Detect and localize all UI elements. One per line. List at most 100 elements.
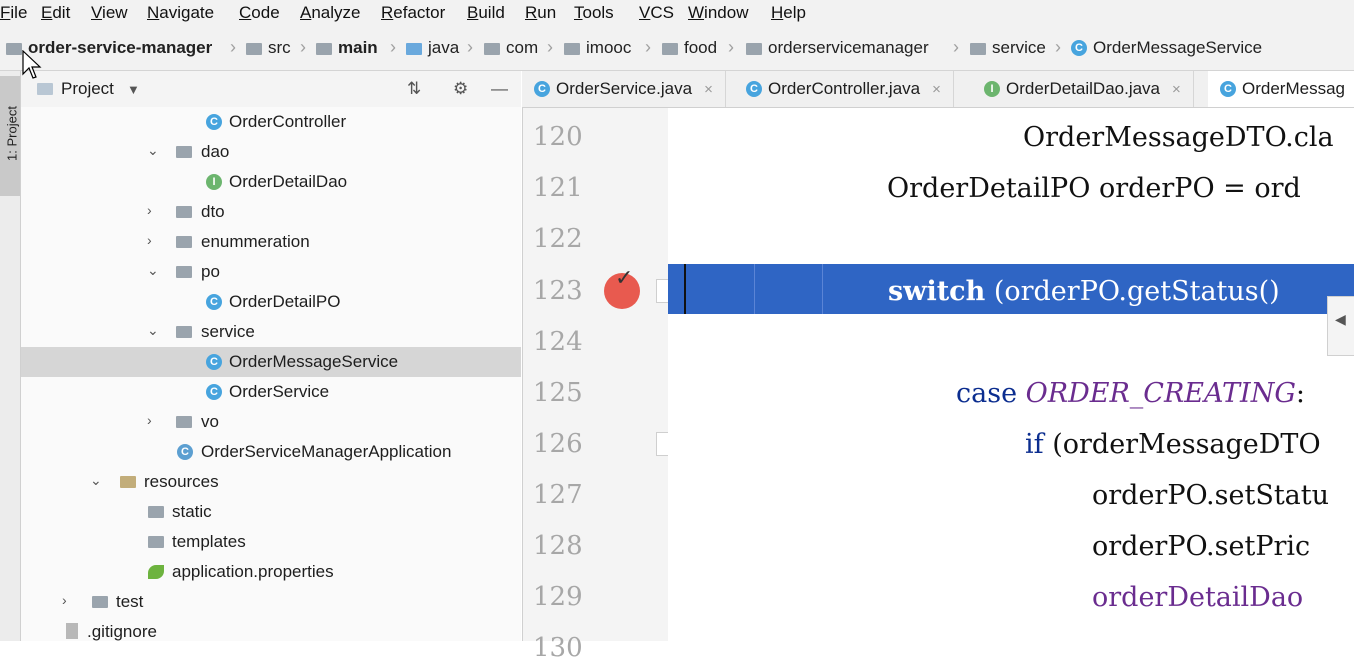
chevron-right-icon[interactable]: › bbox=[147, 412, 152, 428]
file-icon bbox=[66, 623, 78, 639]
breadcrumb-src[interactable]: src bbox=[246, 38, 291, 58]
menu-view[interactable]: View bbox=[91, 3, 128, 23]
tree-item[interactable]: ⌄ resources bbox=[21, 467, 521, 497]
tree-item[interactable]: C OrderServiceManagerApplication bbox=[21, 437, 521, 467]
folder-icon bbox=[176, 326, 192, 338]
tab-ordercontroller[interactable]: C OrderController.java × bbox=[734, 71, 954, 107]
breadcrumb-food[interactable]: food bbox=[662, 38, 717, 58]
text-caret bbox=[684, 264, 686, 314]
code-line: orderPO.setStatu bbox=[1092, 480, 1330, 511]
menu-refactor[interactable]: Refactor bbox=[381, 3, 445, 23]
folder-icon bbox=[484, 43, 500, 55]
breadcrumb-orderservicemanager[interactable]: orderservicemanager bbox=[746, 38, 929, 58]
editor-tabs: C OrderService.java × C OrderController.… bbox=[522, 71, 1354, 108]
chevron-right-icon: › bbox=[467, 37, 473, 57]
tree-item[interactable]: ⌄ service bbox=[21, 317, 521, 347]
chevron-right-icon: › bbox=[230, 37, 236, 57]
folder-icon bbox=[176, 236, 192, 248]
menu-edit[interactable]: Edit bbox=[41, 3, 70, 23]
project-tool-tab[interactable]: 1: Project bbox=[0, 76, 20, 196]
class-icon: C bbox=[1220, 81, 1236, 97]
chevron-right-icon[interactable]: › bbox=[147, 232, 152, 248]
chevron-down-icon[interactable]: ⌄ bbox=[147, 322, 159, 339]
line-number: 126 bbox=[533, 429, 583, 459]
menu-code[interactable]: Code bbox=[239, 3, 280, 23]
menu-tools[interactable]: Tools bbox=[574, 3, 614, 23]
tree-item[interactable]: › enummeration bbox=[21, 227, 521, 257]
code-line: OrderMessageDTO.cla bbox=[1023, 122, 1334, 153]
code-editor[interactable]: OrderMessageDTO.cla OrderDetailPO orderP… bbox=[668, 108, 1354, 641]
spring-leaf-icon bbox=[148, 565, 164, 579]
chevron-right-icon[interactable]: › bbox=[62, 592, 67, 608]
hide-icon[interactable]: — bbox=[491, 79, 508, 99]
folder-icon bbox=[564, 43, 580, 55]
tree-item[interactable]: I OrderDetailDao bbox=[21, 167, 521, 197]
tree-item[interactable]: .gitignore bbox=[21, 617, 521, 641]
tab-orderservice[interactable]: C OrderService.java × bbox=[522, 71, 726, 107]
close-icon[interactable]: × bbox=[932, 81, 941, 98]
breadcrumb-service[interactable]: service bbox=[970, 38, 1046, 58]
tree-item[interactable]: application.properties bbox=[21, 557, 521, 587]
tree-item[interactable]: C OrderController bbox=[21, 107, 521, 137]
menu-build[interactable]: Build bbox=[467, 3, 505, 23]
chevron-right-icon[interactable]: › bbox=[147, 202, 152, 218]
code-line-current: switch (orderPO.getStatus() bbox=[888, 276, 1280, 307]
gear-icon[interactable]: ⚙ bbox=[453, 79, 468, 99]
chevron-right-icon: › bbox=[547, 37, 553, 57]
breadcrumb-imooc[interactable]: imooc bbox=[564, 38, 631, 58]
chevron-left-icon: ◀ bbox=[1335, 311, 1346, 327]
tree-item[interactable]: › vo bbox=[21, 407, 521, 437]
class-icon: C bbox=[206, 384, 222, 400]
menu-vcs[interactable]: VCS bbox=[639, 3, 674, 23]
menu-file[interactable]: File bbox=[0, 3, 27, 23]
tree-item[interactable]: ⌄ po bbox=[21, 257, 521, 287]
tree-item[interactable]: templates bbox=[21, 527, 521, 557]
mouse-cursor-icon bbox=[22, 50, 42, 79]
tree-item[interactable]: ⌄ dao bbox=[21, 137, 521, 167]
breadcrumb-com[interactable]: com bbox=[484, 38, 538, 58]
breadcrumb-file[interactable]: C OrderMessageService bbox=[1071, 38, 1262, 58]
close-icon[interactable]: × bbox=[1172, 81, 1181, 98]
chevron-right-icon: › bbox=[645, 37, 651, 57]
breadcrumb-main[interactable]: main bbox=[316, 38, 378, 58]
close-icon[interactable]: × bbox=[704, 81, 713, 98]
menu-window[interactable]: Window bbox=[688, 3, 748, 23]
project-tree: C OrderController ⌄ dao I OrderDetailDao… bbox=[21, 107, 521, 641]
class-icon: C bbox=[534, 81, 550, 97]
class-icon: C bbox=[206, 114, 222, 130]
code-line: orderDetailDao bbox=[1092, 582, 1304, 613]
tree-item[interactable]: › test bbox=[21, 587, 521, 617]
dropdown-arrow-icon[interactable]: ▼ bbox=[127, 82, 140, 97]
tree-item[interactable]: C OrderDetailPO bbox=[21, 287, 521, 317]
menu-analyze[interactable]: Analyze bbox=[300, 3, 360, 23]
chevron-down-icon[interactable]: ⌄ bbox=[90, 472, 102, 489]
breadcrumb-java[interactable]: java bbox=[406, 38, 459, 58]
menu-run[interactable]: Run bbox=[525, 3, 556, 23]
line-number: 130 bbox=[533, 633, 583, 663]
tree-item[interactable]: C OrderService bbox=[21, 377, 521, 407]
editor-gutter[interactable]: 120 121 122 123 124 125 126 127 128 129 … bbox=[522, 108, 669, 663]
tree-item[interactable]: static bbox=[21, 497, 521, 527]
tab-ordermessageservice[interactable]: C OrderMessag bbox=[1208, 71, 1354, 107]
tab-orderdetaildao[interactable]: I OrderDetailDao.java × bbox=[972, 71, 1194, 107]
scroll-tab[interactable]: ◀ bbox=[1327, 296, 1354, 356]
folder-icon bbox=[406, 43, 422, 55]
checkmark-icon: ✓ bbox=[615, 265, 634, 290]
code-line: OrderDetailPO orderPO = ord bbox=[887, 173, 1301, 204]
chevron-down-icon[interactable]: ⌄ bbox=[147, 142, 159, 159]
collapse-all-icon[interactable]: ⇅ bbox=[407, 79, 421, 99]
folder-icon bbox=[176, 416, 192, 428]
folder-icon bbox=[316, 43, 332, 55]
menu-navigate[interactable]: Navigate bbox=[147, 3, 214, 23]
project-icon bbox=[37, 83, 53, 95]
line-number: 121 bbox=[533, 173, 583, 203]
folder-icon bbox=[246, 43, 262, 55]
project-title[interactable]: Project bbox=[61, 79, 114, 99]
tree-item[interactable]: › dto bbox=[21, 197, 521, 227]
tree-item-selected[interactable]: C OrderMessageService bbox=[21, 347, 521, 377]
menu-help[interactable]: Help bbox=[771, 3, 806, 23]
class-icon: C bbox=[746, 81, 762, 97]
indent-guide bbox=[822, 264, 823, 314]
chevron-down-icon[interactable]: ⌄ bbox=[147, 262, 159, 279]
line-number: 124 bbox=[533, 327, 583, 357]
